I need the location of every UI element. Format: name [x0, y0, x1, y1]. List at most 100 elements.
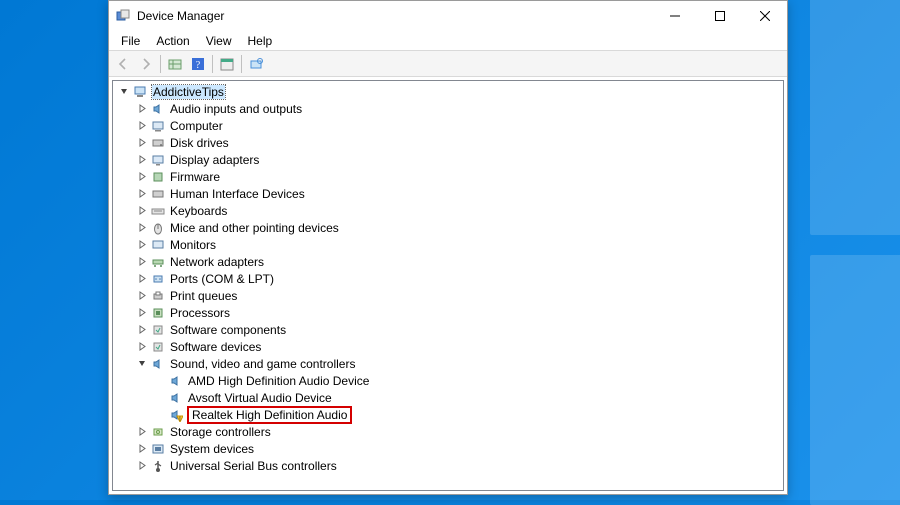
printer-icon: [150, 288, 166, 304]
tree-category[interactable]: Ports (COM & LPT): [113, 270, 783, 287]
disk-icon: [150, 135, 166, 151]
chevron-right-icon[interactable]: [135, 102, 149, 116]
speaker-warn-icon: !: [168, 407, 184, 423]
keyboard-icon: [150, 203, 166, 219]
toolbar-show-hidden-button[interactable]: [164, 53, 186, 75]
toolbar-properties-button[interactable]: [216, 53, 238, 75]
mouse-icon: [150, 220, 166, 236]
chevron-right-icon[interactable]: [135, 204, 149, 218]
tree-category[interactable]: Monitors: [113, 236, 783, 253]
properties-icon: [220, 57, 234, 71]
chevron-right-icon[interactable]: [135, 323, 149, 337]
chevron-right-icon[interactable]: [135, 119, 149, 133]
chevron-right-icon[interactable]: [135, 170, 149, 184]
menu-file[interactable]: File: [113, 32, 148, 50]
scan-icon: [249, 57, 263, 71]
chevron-right-icon[interactable]: [135, 306, 149, 320]
usb-icon: [150, 458, 166, 474]
tree-device[interactable]: !Realtek High Definition Audio: [113, 406, 783, 423]
chevron-right-icon[interactable]: [135, 425, 149, 439]
tree-device[interactable]: AMD High Definition Audio Device: [113, 372, 783, 389]
port-icon: [150, 271, 166, 287]
close-button[interactable]: [742, 1, 787, 31]
storage-icon: [150, 424, 166, 440]
tree-root[interactable]: AddictiveTips: [113, 83, 783, 100]
grid-icon: [168, 57, 182, 71]
chevron-down-icon[interactable]: [117, 85, 131, 99]
tree-category-label: Software devices: [170, 340, 261, 354]
menu-view[interactable]: View: [198, 32, 240, 50]
tree-category[interactable]: Disk drives: [113, 134, 783, 151]
tree-category[interactable]: Sound, video and game controllers: [113, 355, 783, 372]
toolbar-forward-button: [135, 53, 157, 75]
speaker-icon: [168, 390, 184, 406]
tree-category[interactable]: Software components: [113, 321, 783, 338]
toolbar-help-button[interactable]: ?: [187, 53, 209, 75]
maximize-icon: [715, 11, 725, 21]
window-title: Device Manager: [137, 9, 224, 23]
chevron-right-icon[interactable]: [135, 459, 149, 473]
device-tree[interactable]: AddictiveTips Audio inputs and outputs Co…: [112, 80, 784, 491]
network-icon: [150, 254, 166, 270]
tree-category-label: System devices: [170, 442, 254, 456]
tree-category[interactable]: Human Interface Devices: [113, 185, 783, 202]
tree-category[interactable]: Print queues: [113, 287, 783, 304]
minimize-button[interactable]: [652, 1, 697, 31]
menu-help[interactable]: Help: [240, 32, 281, 50]
tree-category[interactable]: Software devices: [113, 338, 783, 355]
tree-category-label: Universal Serial Bus controllers: [170, 459, 337, 473]
maximize-button[interactable]: [697, 1, 742, 31]
chevron-right-icon[interactable]: [135, 187, 149, 201]
tree-category-label: Mice and other pointing devices: [170, 221, 339, 235]
toolbar-scan-button[interactable]: [245, 53, 267, 75]
tree-category[interactable]: Audio inputs and outputs: [113, 100, 783, 117]
tree-category[interactable]: Mice and other pointing devices: [113, 219, 783, 236]
tree-category[interactable]: Keyboards: [113, 202, 783, 219]
toolbar-separator: [160, 55, 161, 73]
software-icon: [150, 322, 166, 338]
firmware-icon: [150, 169, 166, 185]
software-icon: [150, 339, 166, 355]
chevron-right-icon[interactable]: [135, 289, 149, 303]
computer-icon: [150, 118, 166, 134]
close-icon: [760, 11, 770, 21]
speaker-icon: [150, 101, 166, 117]
tree-device-label: AMD High Definition Audio Device: [188, 374, 369, 388]
app-icon: [115, 8, 131, 24]
tree-category-label: Ports (COM & LPT): [170, 272, 274, 286]
computer-icon: [132, 84, 148, 100]
titlebar: Device Manager: [109, 1, 787, 31]
tree-category-label: Keyboards: [170, 204, 227, 218]
tree-category-label: Print queues: [170, 289, 237, 303]
tree-category[interactable]: Network adapters: [113, 253, 783, 270]
chevron-down-icon[interactable]: [135, 357, 149, 371]
tree-category[interactable]: Computer: [113, 117, 783, 134]
tree-root-label: AddictiveTips: [152, 85, 225, 99]
chevron-right-icon[interactable]: [135, 442, 149, 456]
tree-device[interactable]: Avsoft Virtual Audio Device: [113, 389, 783, 406]
tree-category[interactable]: Display adapters: [113, 151, 783, 168]
chevron-right-icon[interactable]: [135, 221, 149, 235]
cpu-icon: [150, 305, 166, 321]
tree-category-label: Computer: [170, 119, 223, 133]
chevron-right-icon[interactable]: [135, 272, 149, 286]
toolbar-separator: [241, 55, 242, 73]
tree-category-label: Processors: [170, 306, 230, 320]
menu-action[interactable]: Action: [148, 32, 197, 50]
toolbar-back-button: [112, 53, 134, 75]
chevron-right-icon[interactable]: [135, 136, 149, 150]
tree-category-label: Human Interface Devices: [170, 187, 305, 201]
chevron-right-icon[interactable]: [135, 255, 149, 269]
tree-category-label: Audio inputs and outputs: [170, 102, 302, 116]
chevron-right-icon[interactable]: [135, 238, 149, 252]
chevron-right-icon[interactable]: [135, 340, 149, 354]
tree-category[interactable]: Processors: [113, 304, 783, 321]
tree-category-label: Storage controllers: [170, 425, 271, 439]
svg-text:?: ?: [196, 60, 201, 71]
tree-category[interactable]: System devices: [113, 440, 783, 457]
tree-category[interactable]: Universal Serial Bus controllers: [113, 457, 783, 474]
hid-icon: [150, 186, 166, 202]
chevron-right-icon[interactable]: [135, 153, 149, 167]
tree-category[interactable]: Firmware: [113, 168, 783, 185]
tree-category[interactable]: Storage controllers: [113, 423, 783, 440]
